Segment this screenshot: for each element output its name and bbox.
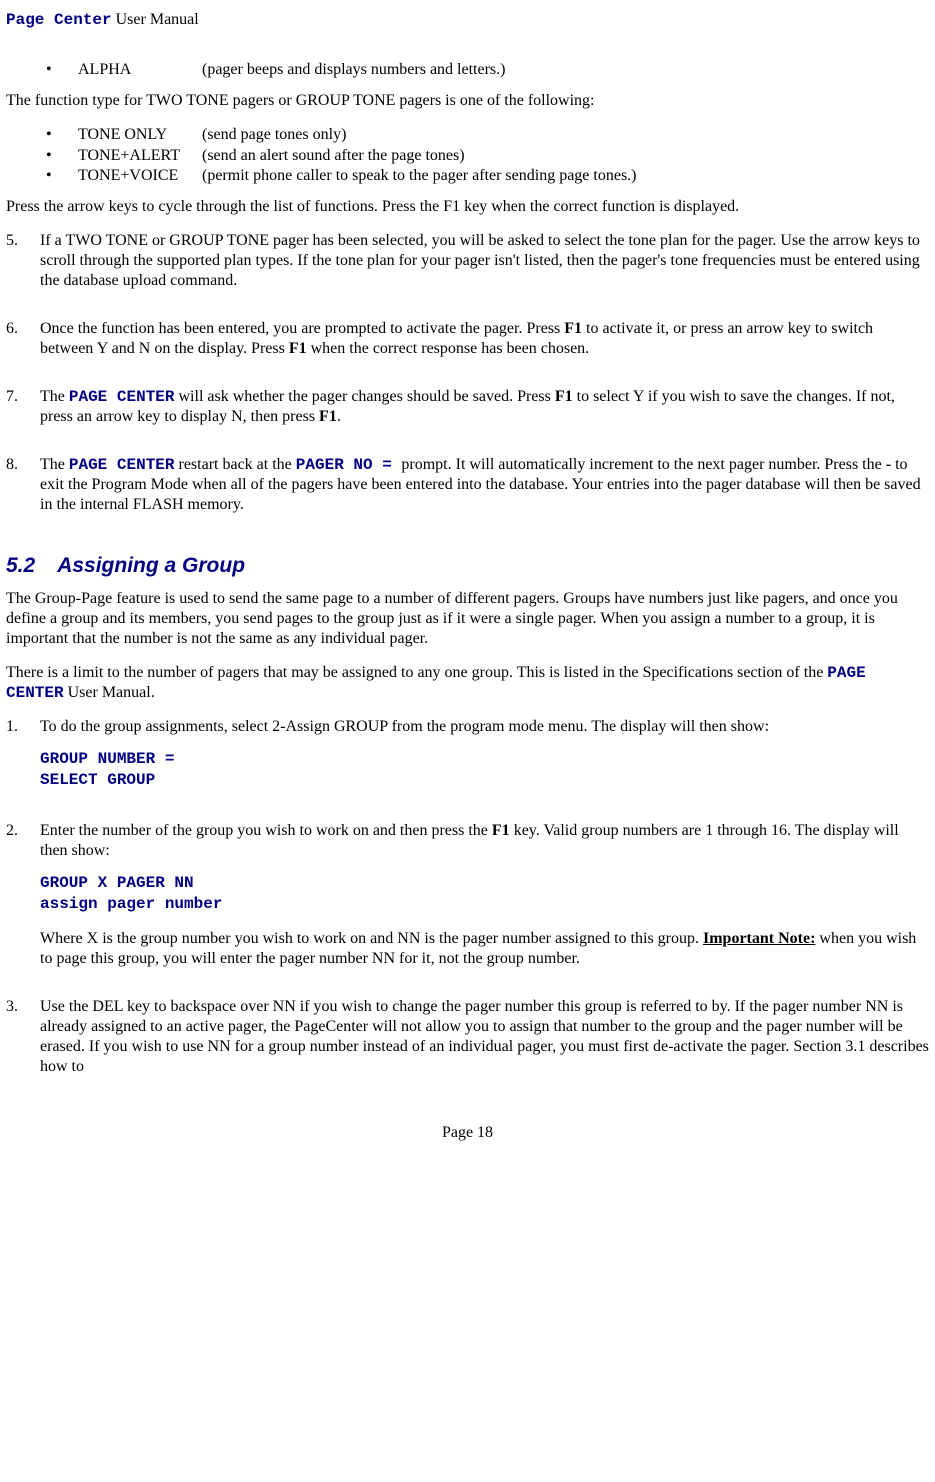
step-text: Where X is the group number you wish to … [40, 929, 929, 969]
list-item: • TONE+VOICE (permit phone caller to spe… [46, 166, 929, 187]
step-text: The PAGE CENTER will ask whether the pag… [40, 387, 929, 427]
step-text: Once the function has been entered, you … [40, 319, 929, 359]
brand: Page Center [6, 11, 112, 29]
bullet-icon: • [46, 60, 78, 81]
bullet-icon: • [46, 166, 78, 187]
term: TONE ONLY [78, 125, 202, 146]
group-limit-para: There is a limit to the number of pagers… [6, 663, 929, 703]
display-code: GROUP NUMBER = SELECT GROUP [40, 749, 929, 791]
term: TONE+ALERT [78, 146, 202, 167]
step-number: 1. [6, 717, 40, 737]
page-footer: Page 18 [6, 1123, 929, 1143]
term: TONE+VOICE [78, 166, 202, 187]
step-8: 8. The PAGE CENTER restart back at the P… [6, 455, 929, 527]
section-title: Assigning a Group [57, 554, 245, 577]
list-item: • ALPHA (pager beeps and displays number… [46, 60, 929, 81]
page-header: Page Center User Manual [6, 10, 929, 30]
display-code: GROUP X PAGER NN assign pager number [40, 873, 929, 915]
desc: (permit phone caller to speak to the pag… [202, 166, 929, 187]
f1-key: F1 [564, 320, 582, 337]
page-center-code: PAGE CENTER [69, 388, 175, 406]
f1-key: F1 [289, 340, 307, 357]
step-text: To do the group assignments, select 2-As… [40, 717, 929, 737]
step-5: 5. If a TWO TONE or GROUP TONE pager has… [6, 231, 929, 303]
group-step-3: 3. Use the DEL key to backspace over NN … [6, 997, 929, 1089]
step-7: 7. The PAGE CENTER will ask whether the … [6, 387, 929, 439]
bullet-icon: • [46, 146, 78, 167]
step-text: The PAGE CENTER restart back at the PAGE… [40, 455, 929, 515]
desc: (send page tones only) [202, 125, 929, 146]
f1-key: F1 [555, 388, 573, 405]
step-text: Enter the number of the group you wish t… [40, 821, 929, 861]
step-number: 3. [6, 997, 40, 1017]
f1-key: F1 [492, 822, 510, 839]
desc: (pager beeps and displays numbers and le… [202, 60, 929, 81]
term: ALPHA [78, 60, 202, 81]
step-6: 6. Once the function has been entered, y… [6, 319, 929, 371]
step-text: Use the DEL key to backspace over NN if … [40, 997, 929, 1077]
page-center-code: PAGE CENTER [69, 456, 175, 474]
list-item: • TONE ONLY (send page tones only) [46, 125, 929, 146]
header-rest: User Manual [112, 11, 199, 28]
group-steps: 1. To do the group assignments, select 2… [6, 717, 929, 1088]
tone-list: • TONE ONLY (send page tones only) • TON… [6, 125, 929, 187]
pager-no-code: PAGER NO = [296, 456, 402, 474]
function-type-intro: The function type for TWO TONE pagers or… [6, 91, 929, 111]
f1-key: F1 [319, 408, 337, 425]
desc: (send an alert sound after the page tone… [202, 146, 929, 167]
section-number: 5.2 [6, 554, 35, 577]
group-step-1: 1. To do the group assignments, select 2… [6, 717, 929, 805]
steps-5-8: 5. If a TWO TONE or GROUP TONE pager has… [6, 231, 929, 527]
group-step-2: 2. Enter the number of the group you wis… [6, 821, 929, 981]
step-number: 6. [6, 319, 40, 339]
step-number: 2. [6, 821, 40, 841]
group-intro-para: The Group-Page feature is used to send t… [6, 589, 929, 649]
step-text: If a TWO TONE or GROUP TONE pager has be… [40, 231, 929, 291]
section-heading: 5.2 Assigning a Group [6, 553, 929, 579]
alpha-list: • ALPHA (pager beeps and displays number… [6, 60, 929, 81]
step-number: 5. [6, 231, 40, 251]
important-note-label: Important Note: [703, 930, 815, 947]
step-number: 7. [6, 387, 40, 407]
list-item: • TONE+ALERT (send an alert sound after … [46, 146, 929, 167]
step-number: 8. [6, 455, 40, 475]
arrow-keys-para: Press the arrow keys to cycle through th… [6, 197, 929, 217]
bullet-icon: • [46, 125, 78, 146]
